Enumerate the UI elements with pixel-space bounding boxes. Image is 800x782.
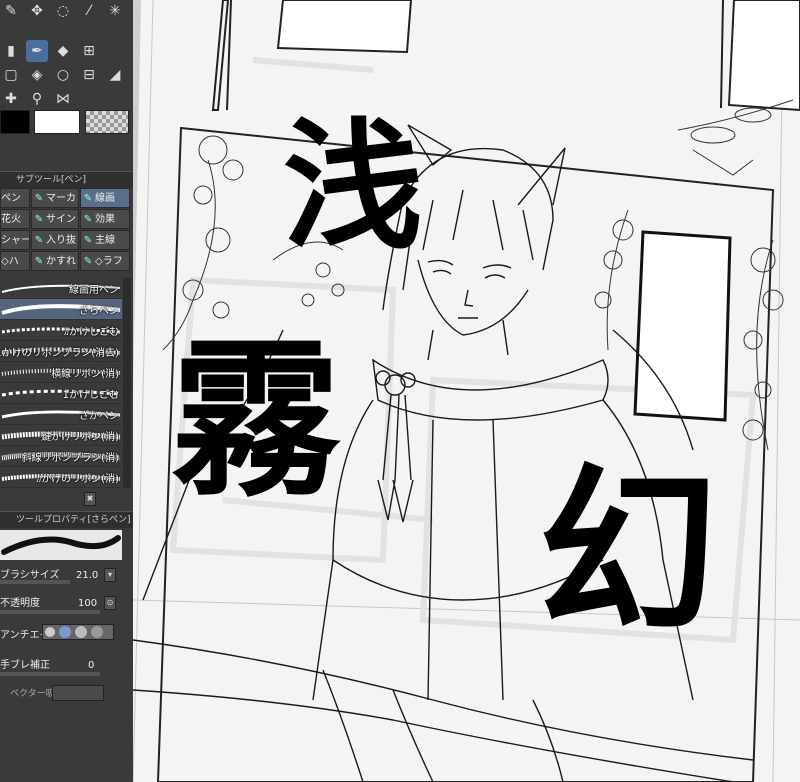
drawing-canvas[interactable]: 浅 霧 幻 (133, 0, 800, 782)
sub-color-swatch[interactable] (34, 110, 80, 134)
brush-size-label: ブラシサイズ (0, 570, 60, 581)
antialias-none-icon[interactable] (45, 627, 55, 637)
circle-icon[interactable]: ○ (52, 64, 74, 86)
eraser-icon[interactable]: ◆ (52, 40, 74, 62)
pen-tool-icon[interactable]: ✒ (26, 40, 48, 62)
stabilization-label: 手ブレ補正 (0, 660, 50, 671)
auto-action-icon[interactable]: ✳ (104, 0, 126, 22)
vector-snap-selector[interactable] (52, 685, 104, 701)
tool-property-header: ツールプロパティ[さらペン] (0, 511, 133, 528)
subtool-button[interactable]: ✎ マーカ (31, 188, 79, 208)
transparent-color-swatch[interactable] (85, 110, 129, 134)
brush-item[interactable]: 横線リボン(消) (0, 362, 122, 383)
tool-row-3: ▢ ◈ ○ ⊟ ◢ A (0, 64, 133, 86)
brush-item[interactable]: 1かけのリボンブラシ(消去) (0, 341, 122, 362)
brush-item[interactable]: ｶかけしごむ (0, 320, 122, 341)
pen-icon: ✎ (34, 193, 44, 204)
antialias-selector[interactable] (42, 624, 114, 640)
subtool-button[interactable]: 花火 (0, 209, 30, 229)
antialias-medium-icon[interactable] (75, 626, 87, 638)
pen-icon: ✎ (34, 256, 44, 267)
lasso-icon[interactable]: ◌ (52, 0, 74, 22)
opacity-value[interactable]: 100 (78, 598, 97, 609)
opacity-label: 不透明度 (0, 598, 40, 609)
tool-row-2: ▮ ✒ ◆ ⊞ (0, 40, 100, 62)
pen-icon: ✎ (83, 256, 93, 267)
brush-item[interactable]: 1かけしごむ (0, 383, 122, 404)
frame-grid-icon[interactable]: ⊞ (78, 40, 100, 62)
subtool-button[interactable]: ◇ハ (0, 251, 30, 271)
opacity-dropdown-icon[interactable]: ⊙ (104, 596, 116, 610)
gradient-icon[interactable]: ◢ (104, 64, 126, 86)
antialias-strong-icon[interactable] (91, 626, 103, 638)
subtool-button[interactable]: ✎ 主線 (80, 230, 130, 250)
title-kanji-maboroshi: 幻 (538, 447, 718, 658)
pen-icon: ✎ (34, 214, 44, 225)
fill-bucket-icon[interactable]: ◈ (26, 64, 48, 86)
paper-sheet: 浅 霧 幻 (133, 0, 800, 782)
stabilization-slider[interactable] (0, 672, 100, 676)
stabilization-value[interactable]: 0 (88, 660, 94, 671)
tool-panel: ✎ ✥ ◌ ⁄ ✳ ▮ ✒ ◆ ⊞ ▢ ◈ ○ ⊟ ◢ A ✚ ⚲ ⋈ サブツー… (0, 0, 133, 782)
tool-row-4: ✚ ⚲ ⋈ (0, 88, 74, 110)
pin-icon[interactable]: ⚲ (26, 88, 48, 110)
brush-item[interactable]: ｶかけのリボン(消) (0, 467, 122, 488)
tool-row-1: ✎ ✥ ◌ ⁄ ✳ (0, 0, 126, 22)
main-color-swatch[interactable] (0, 110, 30, 134)
trash-icon[interactable]: ✖ (84, 492, 96, 506)
antialias-weak-icon[interactable] (59, 626, 71, 638)
ribbon-icon[interactable]: ⋈ (52, 88, 74, 110)
brush-item[interactable]: 鍵かけリボン(消) (0, 425, 122, 446)
brush-item[interactable]: 斜線リボンブラシ(消) (0, 446, 122, 467)
subtool-header: サブツール[ペン] (0, 171, 133, 188)
subtool-button[interactable]: ✎ 効果 (80, 209, 130, 229)
pen-icon: ✎ (83, 235, 93, 246)
brush-size-slider[interactable] (0, 580, 70, 584)
title-kanji-asa: 浅 (283, 105, 423, 269)
subtool-button[interactable]: ペン (0, 188, 30, 208)
eyedropper-icon[interactable]: ⁄ (78, 0, 100, 22)
brush-size-dropdown-icon[interactable]: ▾ (104, 568, 116, 582)
panel-frame-icon[interactable]: ⊟ (78, 64, 100, 86)
subtool-button[interactable]: ✎ サイン (31, 209, 79, 229)
pen-icon: ✎ (34, 235, 44, 246)
brush-item[interactable]: さらペン (0, 299, 122, 320)
subtool-button[interactable]: ✎ 入り抜 (31, 230, 79, 250)
subtool-button[interactable]: ✎ ◇ラフ (80, 251, 130, 271)
brush-stroke-preview (0, 530, 122, 560)
manga-page-artwork: 浅 霧 幻 (133, 0, 800, 782)
brush-item[interactable]: 線画用ペン (0, 278, 122, 299)
brush-item[interactable]: ざかペン (0, 404, 122, 425)
ruler-icon[interactable]: ✚ (0, 88, 22, 110)
subtool-button[interactable]: シャー (0, 230, 30, 250)
square-icon[interactable]: ▢ (0, 64, 22, 86)
brush-size-value[interactable]: 21.0 (76, 570, 98, 581)
pen-nib-icon[interactable]: ✎ (0, 0, 22, 22)
title-kanji-kiri: 霧 (171, 321, 341, 521)
brush-list-scrollbar[interactable] (123, 278, 131, 488)
pen-icon: ✎ (83, 214, 93, 225)
opacity-slider[interactable] (0, 610, 100, 614)
brush-icon[interactable]: ▮ (0, 40, 22, 62)
subtool-button[interactable]: ✎ かすれ (31, 251, 79, 271)
pen-icon: ✎ (83, 193, 93, 204)
subtool-button[interactable]: ✎ 線画 (80, 188, 130, 208)
move-icon[interactable]: ✥ (26, 0, 48, 22)
